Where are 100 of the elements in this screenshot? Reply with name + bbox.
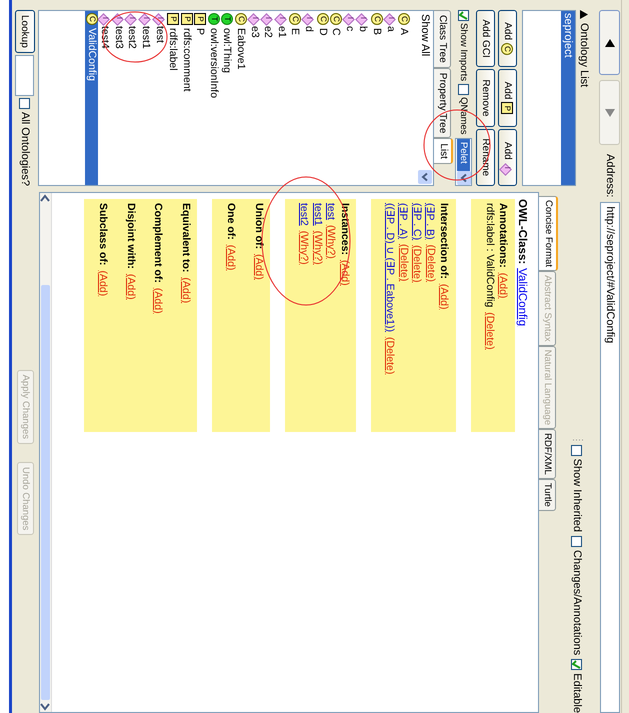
section-title: Union of:: [252, 203, 265, 250]
lookup-button[interactable]: Lookup: [15, 10, 35, 53]
checkbox-label: Changes/Annotations: [571, 550, 583, 656]
tab[interactable]: List: [434, 138, 453, 164]
checkbox[interactable]: [20, 98, 30, 109]
entity-type-icon: C: [398, 13, 410, 25]
annotation-text: rdfs:label : ValidConfig: [484, 203, 496, 308]
list-item[interactable]: I test2: [126, 11, 140, 185]
section-title: Disjoint with:: [124, 203, 137, 269]
instance-link[interactable]: test: [325, 203, 338, 220]
search-field[interactable]: [16, 54, 34, 96]
instance-link[interactable]: test1: [312, 203, 324, 226]
add-link[interactable]: (Add): [180, 277, 192, 304]
horizontal-scrollbar[interactable]: [40, 193, 52, 712]
add-link[interactable]: (Add): [497, 272, 510, 298]
why-link[interactable]: (Why?): [298, 230, 310, 265]
delete-link[interactable]: (Delete): [384, 336, 396, 374]
list-item[interactable]: I test: [152, 11, 166, 185]
right-arrow-icon: [605, 108, 615, 118]
checkbox-label: All Ontologies?: [19, 112, 31, 186]
filter-dropdown[interactable]: Show All: [417, 11, 433, 185]
delete-link[interactable]: (Delete): [484, 312, 496, 350]
tab[interactable]: Class Tree: [434, 10, 451, 68]
list-item[interactable]: P rdfs:label: [166, 11, 180, 185]
list-item[interactable]: T owl:versionInfo: [207, 11, 221, 185]
entity-type-icon: P: [502, 102, 514, 114]
expression-link[interactable]: ((∃P . D) ∪ (∃P . Eabove1)): [384, 203, 397, 332]
section-title: One of:: [225, 203, 238, 240]
entity-type-icon: T: [208, 13, 220, 25]
tab[interactable]: Concise Format: [539, 196, 558, 272]
tab[interactable]: Turtle: [539, 478, 556, 511]
tab[interactable]: Property Tree: [434, 68, 451, 138]
add-link[interactable]: (Add): [124, 274, 137, 300]
panel-title: Ontology List: [578, 23, 590, 88]
scrollbar-thumb[interactable]: [41, 285, 50, 700]
list-item[interactable]: C C: [329, 11, 344, 185]
add-link[interactable]: (Add): [252, 254, 265, 280]
list-item[interactable]: C A: [397, 11, 411, 185]
add-link[interactable]: (Add): [438, 284, 450, 310]
add-link[interactable]: (Add): [225, 244, 238, 270]
entity-type-icon: C: [235, 13, 248, 25]
list-item[interactable]: I c: [343, 11, 357, 185]
list-item[interactable]: C D: [316, 11, 330, 185]
list-item[interactable]: C Eabove1: [234, 11, 248, 185]
list-item[interactable]: T owl:Thing: [220, 11, 234, 185]
add-button[interactable]: Add I: [498, 128, 517, 186]
list-item[interactable]: I e1: [275, 11, 289, 185]
list-item[interactable]: I e3: [248, 11, 262, 185]
list-item[interactable]: I a: [384, 11, 398, 185]
entity-type-icon: C: [86, 13, 98, 25]
entity-type-icon: C: [502, 43, 514, 56]
add-button[interactable]: Add C: [498, 10, 517, 68]
list-item[interactable]: C E: [288, 11, 302, 185]
entity-type-icon: C: [330, 13, 342, 25]
section-title: Annotations:: [497, 203, 510, 268]
add-link[interactable]: (Add): [152, 288, 164, 314]
delete-link[interactable]: (Delete): [424, 244, 437, 282]
list-item[interactable]: C ValidConfig: [84, 11, 98, 185]
list-item[interactable]: I e2: [261, 11, 276, 185]
list-item[interactable]: I d: [302, 11, 316, 185]
address-label: Address:: [604, 154, 616, 198]
address-field[interactable]: http://seproject/#ValidConfig: [600, 202, 620, 713]
toolbar-button[interactable]: Add GCI: [476, 10, 495, 68]
grip-icon: [571, 438, 583, 441]
list-item[interactable]: I b: [356, 11, 370, 185]
entity-type-icon: P: [167, 13, 180, 25]
section-title: Subclass of:: [97, 203, 110, 266]
entity-type-icon: T: [221, 13, 234, 25]
list-item[interactable]: seproject: [561, 11, 575, 185]
delete-link[interactable]: (Delete): [411, 245, 424, 283]
list-item[interactable]: I test1: [139, 11, 153, 185]
expression-link[interactable]: (∃P . B): [424, 203, 438, 240]
toolbar-button[interactable]: Remove: [476, 69, 495, 127]
list-item[interactable]: P rdfs:comment: [180, 11, 194, 185]
checkbox[interactable]: [458, 10, 470, 21]
expression-link[interactable]: (∃P . A): [397, 203, 410, 239]
checkbox-label: Editable: [571, 673, 583, 713]
forward-button[interactable]: [600, 80, 620, 145]
checkbox[interactable]: [572, 444, 582, 456]
annotation-circle: [102, 12, 168, 62]
reasoner-dropdown[interactable]: Pelet: [456, 138, 472, 186]
expression-link[interactable]: (∃P . C): [410, 203, 424, 240]
delete-link[interactable]: (Delete): [398, 244, 410, 282]
why-link[interactable]: (Why?): [312, 230, 324, 265]
checkbox[interactable]: [572, 536, 582, 548]
instance-link[interactable]: test2: [298, 203, 310, 226]
why-link[interactable]: (Why?): [325, 224, 338, 259]
list-item[interactable]: P P: [194, 11, 208, 185]
section-title: Complement of:: [152, 203, 164, 283]
list-item[interactable]: I test3: [112, 11, 126, 185]
checkbox[interactable]: [572, 659, 582, 670]
tab[interactable]: RDF/XML: [539, 429, 556, 479]
add-link[interactable]: (Add): [97, 270, 110, 296]
checkbox[interactable]: [458, 84, 470, 96]
toolbar-button[interactable]: Rename: [476, 128, 495, 186]
add-button[interactable]: Add P: [498, 69, 517, 127]
back-button[interactable]: [600, 10, 620, 75]
entity-link[interactable]: ValidConfig: [516, 268, 528, 326]
list-item[interactable]: C B: [370, 11, 384, 185]
add-link[interactable]: (Add): [338, 260, 351, 286]
